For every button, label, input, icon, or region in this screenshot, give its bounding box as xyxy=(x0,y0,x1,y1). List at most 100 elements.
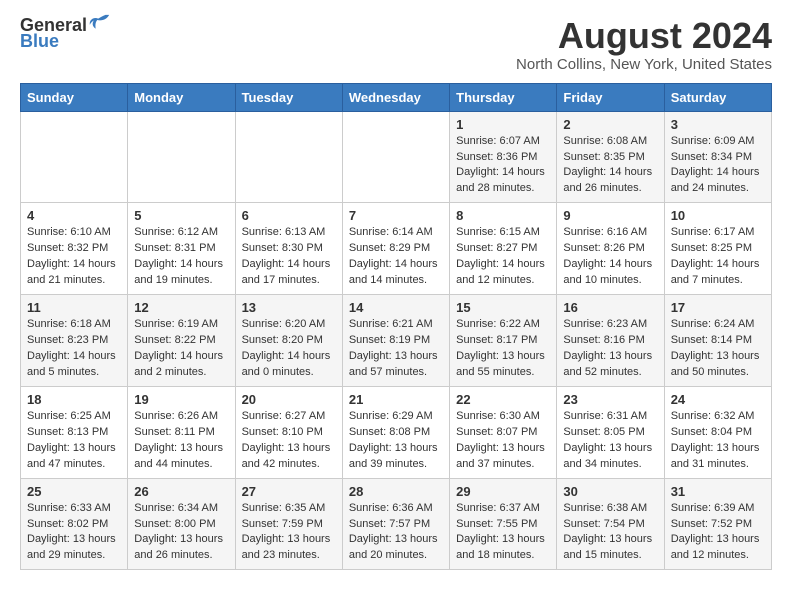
day-number: 7 xyxy=(349,208,443,223)
calendar-cell: 24Sunrise: 6:32 AM Sunset: 8:04 PM Dayli… xyxy=(664,386,771,478)
day-number: 29 xyxy=(456,484,550,499)
calendar-cell: 2 Sunrise: 6:08 AM Sunset: 8:35 PM Daylig… xyxy=(557,111,664,203)
day-info: Sunrise: 6:24 AM Sunset: 8:14 PM Dayligh… xyxy=(671,317,765,381)
calendar-cell: 3 Sunrise: 6:09 AM Sunset: 8:34 PM Daylig… xyxy=(664,111,771,203)
calendar-cell: 25Sunrise: 6:33 AM Sunset: 8:02 PM Dayli… xyxy=(21,478,128,570)
calendar-cell xyxy=(21,111,128,203)
day-number: 13 xyxy=(242,300,336,315)
day-info: Sunrise: 6:09 AM Sunset: 8:34 PM Dayligh… xyxy=(671,134,765,198)
day-info: Sunrise: 6:08 AM Sunset: 8:35 PM Dayligh… xyxy=(563,134,657,198)
day-info: Sunrise: 6:07 AM Sunset: 8:36 PM Dayligh… xyxy=(456,134,550,198)
day-number: 22 xyxy=(456,392,550,407)
calendar-cell: 17 Sunrise: 6:24 AM Sunset: 8:14 PM Dayli… xyxy=(664,295,771,387)
calendar-cell xyxy=(128,111,235,203)
calendar-cell: 16 Sunrise: 6:23 AM Sunset: 8:16 PM Dayli… xyxy=(557,295,664,387)
day-info: Sunrise: 6:18 AM Sunset: 8:23 PM Dayligh… xyxy=(27,317,121,381)
day-info: Sunrise: 6:19 AM Sunset: 8:22 PM Dayligh… xyxy=(134,317,228,381)
logo: General Blue xyxy=(20,16,111,52)
day-info: Sunrise: 6:15 AM Sunset: 8:27 PM Dayligh… xyxy=(456,225,550,289)
col-header-thursday: Thursday xyxy=(450,83,557,111)
calendar-cell: 7Sunrise: 6:14 AM Sunset: 8:29 PM Daylig… xyxy=(342,203,449,295)
day-info: Sunrise: 6:10 AM Sunset: 8:32 PM Dayligh… xyxy=(27,225,121,289)
col-header-saturday: Saturday xyxy=(664,83,771,111)
calendar-cell: 21 Sunrise: 6:29 AM Sunset: 8:08 PM Dayli… xyxy=(342,386,449,478)
day-number: 6 xyxy=(242,208,336,223)
calendar-cell: 20 Sunrise: 6:27 AM Sunset: 8:10 PM Dayli… xyxy=(235,386,342,478)
day-number: 5 xyxy=(134,208,228,223)
day-number: 24 xyxy=(671,392,765,407)
col-header-wednesday: Wednesday xyxy=(342,83,449,111)
calendar-cell: 5 Sunrise: 6:12 AM Sunset: 8:31 PM Daylig… xyxy=(128,203,235,295)
calendar-cell: 31 Sunrise: 6:39 AM Sunset: 7:52 PM Dayli… xyxy=(664,478,771,570)
day-info: Sunrise: 6:35 AM Sunset: 7:59 PM Dayligh… xyxy=(242,501,336,565)
day-number: 17 xyxy=(671,300,765,315)
calendar-cell: 27Sunrise: 6:35 AM Sunset: 7:59 PM Dayli… xyxy=(235,478,342,570)
day-info: Sunrise: 6:26 AM Sunset: 8:11 PM Dayligh… xyxy=(134,409,228,473)
day-number: 20 xyxy=(242,392,336,407)
day-number: 4 xyxy=(27,208,121,223)
calendar-cell: 14Sunrise: 6:21 AM Sunset: 8:19 PM Dayli… xyxy=(342,295,449,387)
day-number: 11 xyxy=(27,300,121,315)
day-number: 12 xyxy=(134,300,228,315)
header: General Blue August 2024 North Collins, … xyxy=(20,16,772,73)
calendar-cell: 4 Sunrise: 6:10 AM Sunset: 8:32 PM Daylig… xyxy=(21,203,128,295)
calendar-cell xyxy=(235,111,342,203)
logo-bird-icon xyxy=(89,13,111,35)
day-number: 26 xyxy=(134,484,228,499)
day-info: Sunrise: 6:17 AM Sunset: 8:25 PM Dayligh… xyxy=(671,225,765,289)
day-info: Sunrise: 6:22 AM Sunset: 8:17 PM Dayligh… xyxy=(456,317,550,381)
calendar-cell: 6 Sunrise: 6:13 AM Sunset: 8:30 PM Daylig… xyxy=(235,203,342,295)
day-info: Sunrise: 6:29 AM Sunset: 8:08 PM Dayligh… xyxy=(349,409,443,473)
calendar-cell: 13 Sunrise: 6:20 AM Sunset: 8:20 PM Dayli… xyxy=(235,295,342,387)
day-info: Sunrise: 6:12 AM Sunset: 8:31 PM Dayligh… xyxy=(134,225,228,289)
day-info: Sunrise: 6:21 AM Sunset: 8:19 PM Dayligh… xyxy=(349,317,443,381)
day-info: Sunrise: 6:39 AM Sunset: 7:52 PM Dayligh… xyxy=(671,501,765,565)
day-info: Sunrise: 6:38 AM Sunset: 7:54 PM Dayligh… xyxy=(563,501,657,565)
calendar-cell: 29 Sunrise: 6:37 AM Sunset: 7:55 PM Dayli… xyxy=(450,478,557,570)
col-header-sunday: Sunday xyxy=(21,83,128,111)
day-number: 21 xyxy=(349,392,443,407)
calendar-cell: 1 Sunrise: 6:07 AM Sunset: 8:36 PM Daylig… xyxy=(450,111,557,203)
day-info: Sunrise: 6:13 AM Sunset: 8:30 PM Dayligh… xyxy=(242,225,336,289)
day-number: 3 xyxy=(671,117,765,132)
day-info: Sunrise: 6:20 AM Sunset: 8:20 PM Dayligh… xyxy=(242,317,336,381)
calendar-cell: 18 Sunrise: 6:25 AM Sunset: 8:13 PM Dayli… xyxy=(21,386,128,478)
day-info: Sunrise: 6:25 AM Sunset: 8:13 PM Dayligh… xyxy=(27,409,121,473)
calendar-cell: 9Sunrise: 6:16 AM Sunset: 8:26 PM Daylig… xyxy=(557,203,664,295)
day-info: Sunrise: 6:27 AM Sunset: 8:10 PM Dayligh… xyxy=(242,409,336,473)
col-header-tuesday: Tuesday xyxy=(235,83,342,111)
logo-blue: Blue xyxy=(20,31,59,51)
calendar-cell: 15 Sunrise: 6:22 AM Sunset: 8:17 PM Dayli… xyxy=(450,295,557,387)
day-number: 19 xyxy=(134,392,228,407)
day-number: 18 xyxy=(27,392,121,407)
day-number: 31 xyxy=(671,484,765,499)
col-header-friday: Friday xyxy=(557,83,664,111)
day-number: 28 xyxy=(349,484,443,499)
col-header-monday: Monday xyxy=(128,83,235,111)
calendar-cell: 8 Sunrise: 6:15 AM Sunset: 8:27 PM Daylig… xyxy=(450,203,557,295)
calendar-cell: 10Sunrise: 6:17 AM Sunset: 8:25 PM Dayli… xyxy=(664,203,771,295)
page: General Blue August 2024 North Collins, … xyxy=(0,0,792,586)
day-info: Sunrise: 6:37 AM Sunset: 7:55 PM Dayligh… xyxy=(456,501,550,565)
calendar-cell: 11 Sunrise: 6:18 AM Sunset: 8:23 PM Dayli… xyxy=(21,295,128,387)
day-number: 1 xyxy=(456,117,550,132)
calendar-cell: 26 Sunrise: 6:34 AM Sunset: 8:00 PM Dayli… xyxy=(128,478,235,570)
day-number: 25 xyxy=(27,484,121,499)
calendar-cell: 30Sunrise: 6:38 AM Sunset: 7:54 PM Dayli… xyxy=(557,478,664,570)
day-info: Sunrise: 6:31 AM Sunset: 8:05 PM Dayligh… xyxy=(563,409,657,473)
calendar-cell: 28 Sunrise: 6:36 AM Sunset: 7:57 PM Dayli… xyxy=(342,478,449,570)
calendar-cell: 23 Sunrise: 6:31 AM Sunset: 8:05 PM Dayli… xyxy=(557,386,664,478)
day-number: 8 xyxy=(456,208,550,223)
calendar-cell: 22Sunrise: 6:30 AM Sunset: 8:07 PM Dayli… xyxy=(450,386,557,478)
subtitle: North Collins, New York, United States xyxy=(516,56,772,73)
day-number: 15 xyxy=(456,300,550,315)
day-number: 23 xyxy=(563,392,657,407)
day-info: Sunrise: 6:16 AM Sunset: 8:26 PM Dayligh… xyxy=(563,225,657,289)
calendar-table: SundayMondayTuesdayWednesdayThursdayFrid… xyxy=(20,83,772,571)
day-info: Sunrise: 6:36 AM Sunset: 7:57 PM Dayligh… xyxy=(349,501,443,565)
day-info: Sunrise: 6:34 AM Sunset: 8:00 PM Dayligh… xyxy=(134,501,228,565)
day-number: 2 xyxy=(563,117,657,132)
calendar-cell: 19 Sunrise: 6:26 AM Sunset: 8:11 PM Dayli… xyxy=(128,386,235,478)
day-info: Sunrise: 6:23 AM Sunset: 8:16 PM Dayligh… xyxy=(563,317,657,381)
day-number: 16 xyxy=(563,300,657,315)
